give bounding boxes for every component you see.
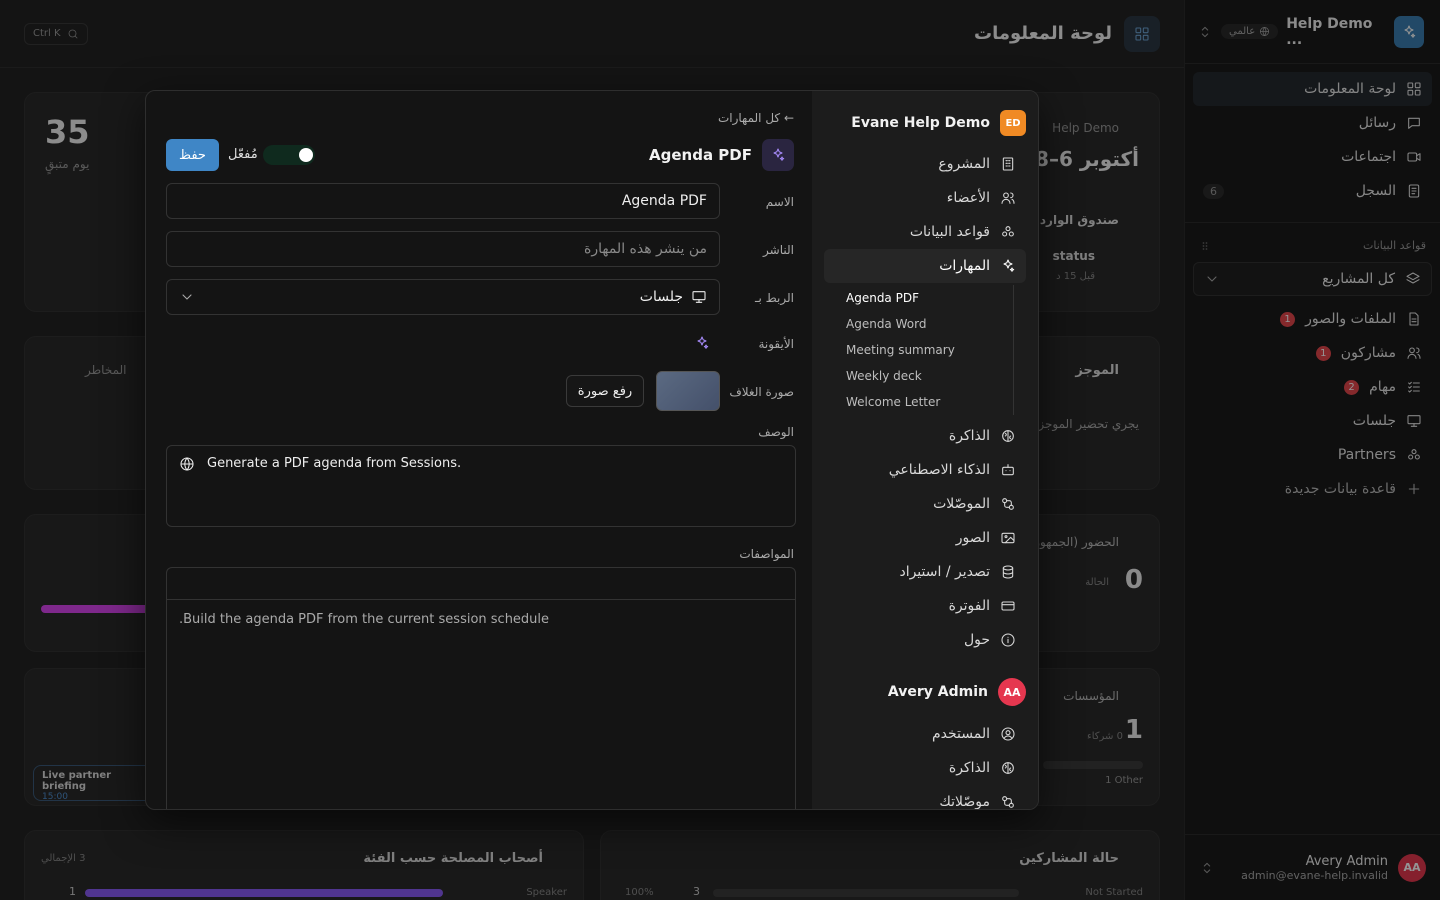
- settings-nav-label: الفوترة: [948, 598, 990, 614]
- settings-nav-label: الذكاء الاصطناعي: [888, 462, 990, 478]
- billing-icon: [1001, 601, 1015, 611]
- user-section-header: AA Avery Admin: [824, 677, 1026, 707]
- settings-nav-members[interactable]: الأعضاء: [824, 181, 1026, 215]
- org-logo: ED: [1000, 110, 1026, 136]
- user-circle-icon: [1001, 727, 1015, 741]
- spec-toolbar: [167, 568, 795, 600]
- skill-editor: ← كل المهارات Agenda PDF مُفعّل حفظ الاس…: [146, 91, 814, 809]
- upload-image-button[interactable]: رفع صورة: [566, 375, 644, 407]
- skill-item-agenda-word[interactable]: Agenda Word: [824, 311, 989, 337]
- settings-nav-billing[interactable]: الفوترة: [824, 589, 1026, 623]
- connector-icon: [1002, 498, 1014, 510]
- enabled-label: مُفعّل: [228, 147, 258, 162]
- sparkles-icon: [697, 336, 709, 349]
- settings-nav-ai[interactable]: الذكاء الاصطناعي: [824, 453, 1026, 487]
- skill-item-agenda-pdf[interactable]: Agenda PDF: [824, 285, 989, 311]
- connector-icon: [1002, 796, 1014, 808]
- settings-nav-connectors[interactable]: الموصّلات: [824, 487, 1026, 521]
- globe-icon: [180, 457, 194, 471]
- description-label: الوصف: [758, 425, 794, 439]
- settings-nav-label: المشروع: [938, 156, 990, 172]
- spec-label: المواصفات: [739, 547, 794, 561]
- bot-icon: [1002, 464, 1014, 476]
- settings-nav-label: قواعد البيانات: [909, 224, 990, 240]
- spec-placeholder: Build the agenda PDF from the current se…: [179, 612, 550, 627]
- spec-editor[interactable]: Build the agenda PDF from the current se…: [166, 567, 796, 809]
- name-label: الاسم: [765, 195, 794, 209]
- settings-nav-skills[interactable]: المهارات: [824, 249, 1026, 283]
- skill-item-welcome-letter[interactable]: Welcome Letter: [824, 389, 989, 415]
- settings-nav: ED Evane Help Demo المشروع الأعضاء قواعد…: [812, 91, 1038, 809]
- brain-icon: [1002, 762, 1014, 774]
- skill-item-weekly-deck[interactable]: Weekly deck: [824, 363, 989, 389]
- link-to-label: الربط بـ: [754, 291, 794, 305]
- settings-nav-label: الصور: [955, 530, 990, 546]
- org-name: Evane Help Demo: [851, 115, 990, 131]
- settings-nav-label: الذاكرة: [948, 428, 990, 444]
- cover-image-preview: [656, 371, 720, 411]
- skill-icon-picker[interactable]: [694, 335, 710, 351]
- database-icon: [1002, 226, 1014, 237]
- description-value: Generate a PDF agenda from Sessions.: [207, 456, 462, 471]
- settings-nav-project[interactable]: المشروع: [824, 147, 1026, 181]
- building-icon: [1002, 157, 1014, 171]
- toggle-knob: [299, 148, 313, 162]
- settings-nav-label: المستخدم: [931, 726, 990, 742]
- save-button[interactable]: حفظ: [166, 139, 219, 171]
- settings-nav-export[interactable]: تصدير / استيراد: [824, 555, 1026, 589]
- brain-icon: [1002, 430, 1014, 442]
- settings-nav-label: موصّلاتك: [939, 794, 990, 810]
- link-to-value: جلسات: [639, 289, 683, 305]
- settings-nav-label: المهارات: [939, 258, 990, 274]
- cover-label: صورة الغلاف: [729, 385, 794, 399]
- settings-nav-user-memory[interactable]: الذاكرة: [824, 751, 1026, 785]
- settings-nav-user-connectors[interactable]: موصّلاتك: [824, 785, 1026, 810]
- skill-header: Agenda PDF: [649, 139, 794, 171]
- icon-label: الأيقونة: [758, 337, 794, 351]
- publisher-field[interactable]: [166, 231, 720, 267]
- link-to-select[interactable]: جلسات: [166, 279, 720, 315]
- settings-nav-label: حول: [963, 632, 990, 648]
- settings-nav-about[interactable]: حول: [824, 623, 1026, 657]
- images-icon: [1001, 532, 1015, 544]
- members-icon: [1001, 192, 1015, 204]
- settings-nav-label: الموصّلات: [933, 496, 990, 512]
- avatar: AA: [998, 678, 1026, 706]
- settings-modal: ED Evane Help Demo المشروع الأعضاء قواعد…: [145, 90, 1039, 810]
- sparkles-icon: [762, 139, 794, 171]
- settings-nav-label: تصدير / استيراد: [899, 564, 990, 580]
- settings-nav-databases[interactable]: قواعد البيانات: [824, 215, 1026, 249]
- chevron-down-icon: [182, 294, 192, 300]
- settings-nav-memory[interactable]: الذاكرة: [824, 419, 1026, 453]
- skill-item-meeting-summary[interactable]: Meeting summary: [824, 337, 989, 363]
- publisher-label: الناشر: [763, 243, 794, 257]
- skills-list: Agenda PDF Agenda Word Meeting summary W…: [824, 285, 1014, 415]
- skill-title: Agenda PDF: [649, 146, 752, 164]
- sparkles-icon: [1003, 259, 1015, 272]
- settings-nav-label: الأعضاء: [946, 190, 990, 206]
- enabled-toggle[interactable]: [263, 145, 315, 165]
- org-header: ED Evane Help Demo: [824, 109, 1026, 137]
- presentation-icon: [692, 291, 706, 303]
- settings-nav-label: الذاكرة: [948, 760, 990, 776]
- info-icon: [1001, 633, 1015, 647]
- export-icon: [1002, 565, 1014, 579]
- settings-nav-user[interactable]: المستخدم: [824, 717, 1026, 751]
- user-name: Avery Admin: [887, 684, 988, 700]
- settings-nav-images[interactable]: الصور: [824, 521, 1026, 555]
- back-to-skills-link[interactable]: ← كل المهارات: [718, 111, 794, 125]
- name-field[interactable]: [166, 183, 720, 219]
- description-field[interactable]: Generate a PDF agenda from Sessions.: [166, 445, 796, 527]
